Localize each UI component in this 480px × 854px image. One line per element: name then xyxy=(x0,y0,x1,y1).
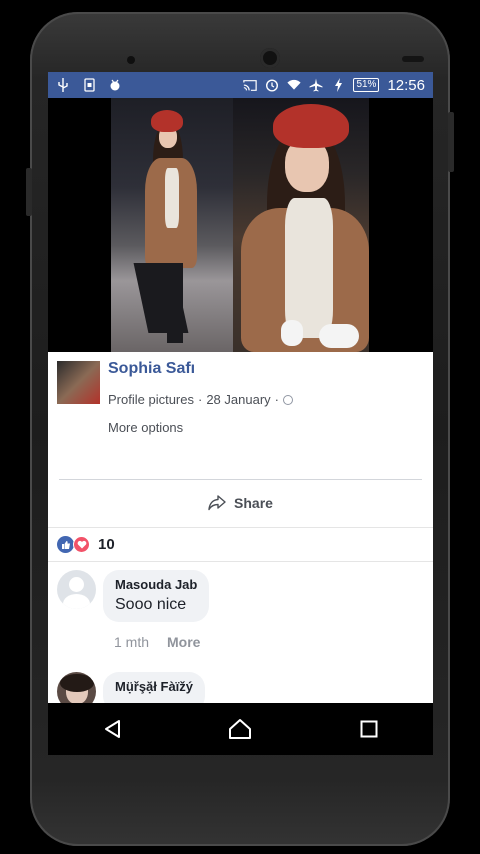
commenter-avatar[interactable] xyxy=(57,570,96,609)
meta-separator: · xyxy=(197,392,203,407)
photo-collage-right xyxy=(233,98,369,352)
post-meta: Profile pictures · 28 January · xyxy=(108,392,293,407)
sim-icon xyxy=(82,78,96,92)
home-button[interactable] xyxy=(220,709,260,749)
comment-bubble[interactable]: Masouda Jab Sooo nice xyxy=(103,570,210,622)
post-header: Sophia Safı Profile pictures · 28 Januar… xyxy=(48,352,433,480)
share-label: Share xyxy=(234,495,273,511)
battery-level: 51% xyxy=(353,78,380,92)
reactions-summary[interactable]: 10 xyxy=(48,527,433,562)
back-button[interactable] xyxy=(92,709,132,749)
meta-separator: · xyxy=(274,392,279,407)
share-button[interactable]: Share xyxy=(48,480,433,526)
love-reaction-icon xyxy=(73,536,90,553)
charging-icon xyxy=(331,78,345,92)
wifi-icon xyxy=(287,78,302,92)
back-icon xyxy=(105,720,121,738)
reaction-count: 10 xyxy=(98,536,115,553)
globe-icon xyxy=(283,394,293,405)
post-date[interactable]: 28 January xyxy=(206,392,270,407)
airplane-icon xyxy=(309,78,323,92)
comment-time: 1 mth xyxy=(114,634,150,650)
comment-more-button[interactable]: More xyxy=(167,634,200,650)
like-reaction-icon xyxy=(57,536,74,553)
front-speaker xyxy=(127,56,135,64)
author-avatar[interactable] xyxy=(57,361,100,404)
android-nav-bar xyxy=(48,703,433,755)
recents-button[interactable] xyxy=(349,709,389,749)
clock: 12:56 xyxy=(387,76,425,94)
author-name[interactable]: Sophia Safı xyxy=(108,360,195,378)
usb-icon xyxy=(56,78,70,92)
recents-icon xyxy=(360,720,378,738)
alarm-icon xyxy=(265,78,279,92)
photo-collage-left xyxy=(111,98,233,352)
share-icon xyxy=(208,495,226,511)
more-options-link[interactable]: More options xyxy=(108,420,183,435)
album-link[interactable]: Profile pictures xyxy=(108,392,194,407)
volume-button xyxy=(26,168,32,216)
post-photo[interactable] xyxy=(48,98,433,352)
cast-icon xyxy=(243,78,258,92)
power-button xyxy=(448,112,454,172)
app-screen: 51% 12:56 Sophia Safı Profile pictures ·… xyxy=(48,72,433,755)
proximity-sensor xyxy=(402,56,424,62)
comment-actions: 1 mth More xyxy=(114,634,200,650)
android-debug-icon xyxy=(108,78,122,92)
commenter-name[interactable]: Mụ̈řşặł Fàïžý xyxy=(115,679,193,694)
commenter-name[interactable]: Masouda Jab xyxy=(115,577,197,592)
comment-text: Sooo nice xyxy=(115,596,187,613)
status-bar: 51% 12:56 xyxy=(48,72,433,98)
home-icon xyxy=(229,719,252,739)
front-camera xyxy=(260,48,280,68)
phone-frame: 51% 12:56 Sophia Safı Profile pictures ·… xyxy=(0,0,480,854)
